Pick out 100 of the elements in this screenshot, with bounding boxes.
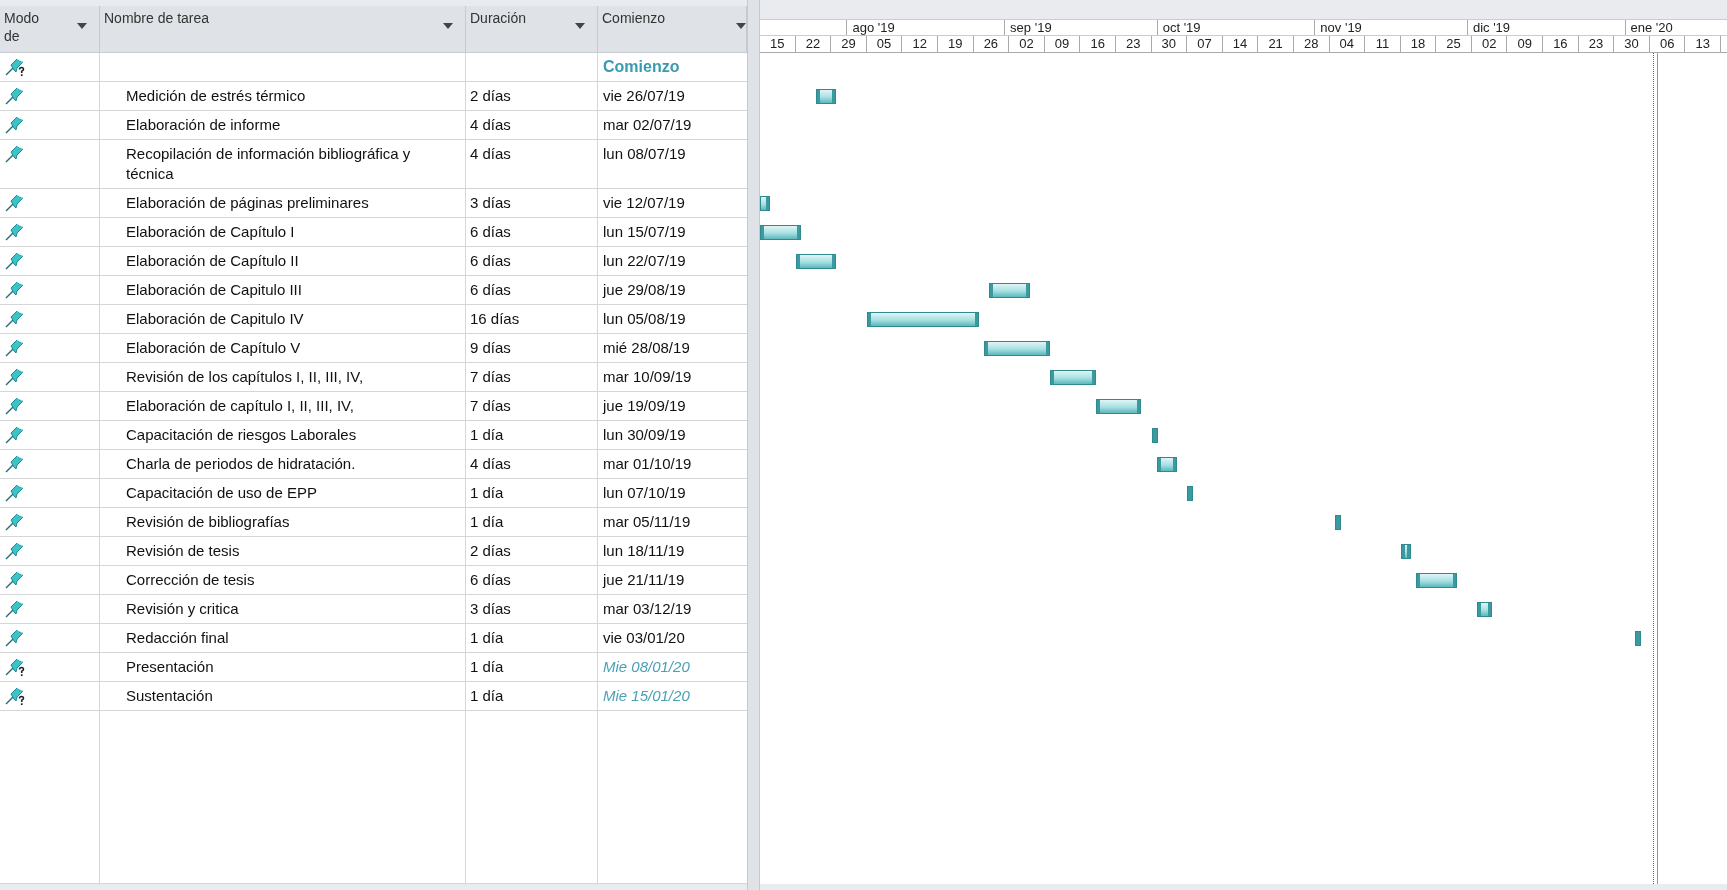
task-start-date: vie 12/07/19 [603, 194, 685, 211]
column-header[interactable]: Comienzo [598, 6, 747, 52]
task-duration: 2 días [470, 542, 511, 559]
dropdown-arrow-icon[interactable] [736, 23, 746, 29]
week-label: 09 [1507, 36, 1544, 52]
month-label: ene '20 [1624, 20, 1673, 35]
task-duration: 1 día [470, 484, 504, 501]
week-label: 02 [1471, 36, 1508, 52]
task-start-date: mar 02/07/19 [603, 116, 692, 133]
week-label: 13 [1685, 36, 1722, 52]
task-start-date: Mie 15/01/20 [603, 687, 690, 704]
task-name: Elaboración de informe [126, 116, 281, 133]
task-name: Capacitación de riesgos Laborales [126, 426, 357, 443]
task-duration: 9 días [470, 339, 511, 356]
gantt-bar [1187, 486, 1194, 501]
task-name: Revisión de los capítulos I, II, III, IV, [126, 368, 364, 385]
dropdown-arrow-icon[interactable] [443, 23, 453, 29]
task-duration: 16 días [470, 310, 520, 327]
task-duration: 4 días [470, 455, 511, 472]
week-label: 14 [1222, 36, 1259, 52]
task-start-date: vie 03/01/20 [603, 629, 685, 646]
task-name: Presentación [126, 658, 214, 675]
task-start-date: lun 30/09/19 [603, 426, 686, 443]
week-label: 28 [1293, 36, 1330, 52]
task-name: Elaboración de Capítulo I [126, 223, 295, 240]
gantt-bar [1334, 515, 1341, 530]
gantt-bar [1049, 370, 1096, 385]
task-start-date: lun 08/07/19 [603, 145, 686, 162]
task-name: Elaboración de páginas preliminares [126, 194, 369, 211]
task-start-date: mar 05/11/19 [603, 513, 691, 530]
dropdown-arrow-icon[interactable] [575, 23, 585, 29]
gantt-bar [1634, 631, 1641, 646]
week-label: 09 [1044, 36, 1081, 52]
task-name: Elaboración de Capítulo V [126, 339, 301, 356]
month-label: oct '19 [1156, 20, 1201, 35]
week-label: 26 [973, 36, 1010, 52]
gantt-bar [983, 341, 1050, 356]
week-label: 19 [937, 36, 974, 52]
dropdown-arrow-icon[interactable] [77, 23, 87, 29]
column-header[interactable]: Nombre de tarea [100, 6, 466, 52]
task-name: Capacitación de uso de EPP [126, 484, 317, 501]
task-start-date: lun 15/07/19 [603, 223, 686, 240]
task-start-date: lun 07/10/19 [603, 484, 686, 501]
gantt-bar [1151, 428, 1158, 443]
horizontal-scrollbar[interactable] [0, 884, 1727, 890]
task-start-date: jue 21/11/19 [603, 571, 685, 588]
task-start-date: mar 01/10/19 [603, 455, 692, 472]
task-duration: 3 días [470, 600, 511, 617]
week-label: 11 [1365, 36, 1401, 52]
task-duration: 1 día [470, 513, 504, 530]
task-start-date: Comienzo [603, 58, 680, 75]
gantt-bar [1477, 602, 1493, 617]
task-duration: 3 días [470, 194, 511, 211]
column-header[interactable]: Modo de [0, 6, 100, 52]
task-start-date: Mie 08/01/20 [603, 658, 690, 675]
month-label: sep '19 [1004, 20, 1052, 35]
task-name: Sustentación [126, 687, 213, 704]
week-label: 22 [795, 36, 832, 52]
week-label: 21 [1258, 36, 1294, 52]
week-label: 05 [866, 36, 903, 52]
gantt-bar [760, 196, 771, 211]
week-label: 06 [1649, 36, 1686, 52]
week-label: 02 [1009, 36, 1045, 52]
task-start-date: mar 10/09/19 [603, 368, 692, 385]
week-label: 16 [1543, 36, 1579, 52]
task-start-date: mié 28/08/19 [603, 339, 690, 356]
task-duration: 1 día [470, 658, 504, 675]
task-start-date: lun 05/08/19 [603, 310, 686, 327]
task-name: Elaboración de Capitulo IV [126, 310, 304, 327]
week-label: 12 [902, 36, 938, 52]
task-duration: 7 días [470, 368, 511, 385]
task-name: Revisión de bibliografías [126, 513, 290, 530]
task-name: Redacción final [126, 629, 229, 646]
gantt-bar [815, 89, 837, 104]
week-label: 29 [831, 36, 867, 52]
month-label: ago '19 [846, 20, 895, 35]
week-label: 16 [1080, 36, 1116, 52]
task-start-date: lun 22/07/19 [603, 252, 686, 269]
task-name: Recopilación de información bibliográfica y técnica [126, 145, 411, 182]
task-duration: 2 días [470, 87, 511, 104]
week-label: 04 [1329, 36, 1366, 52]
column-header[interactable]: Duración [466, 6, 598, 52]
task-name: Revisión de tesis [126, 542, 240, 559]
task-start-date: jue 19/09/19 [603, 397, 686, 414]
week-label: 23 [1115, 36, 1152, 52]
gantt-bar [1095, 399, 1142, 414]
task-name: Elaboración de Capitulo III [126, 281, 302, 298]
task-duration: 6 días [470, 281, 511, 298]
task-name: Charla de periodos de hidratación. [126, 455, 356, 472]
gantt-bar [1156, 457, 1177, 472]
task-name: Elaboración de Capítulo II [126, 252, 299, 269]
gantt-bar [795, 254, 837, 269]
week-label: 23 [1578, 36, 1615, 52]
task-start-date: vie 26/07/19 [603, 87, 685, 104]
week-label: 15 [760, 36, 796, 52]
task-name: Medición de estrés térmico [126, 87, 306, 104]
gantt-bar [760, 225, 801, 240]
gantt-bar [1400, 544, 1411, 559]
gantt-bar [988, 283, 1030, 298]
task-duration: 1 día [470, 687, 504, 704]
